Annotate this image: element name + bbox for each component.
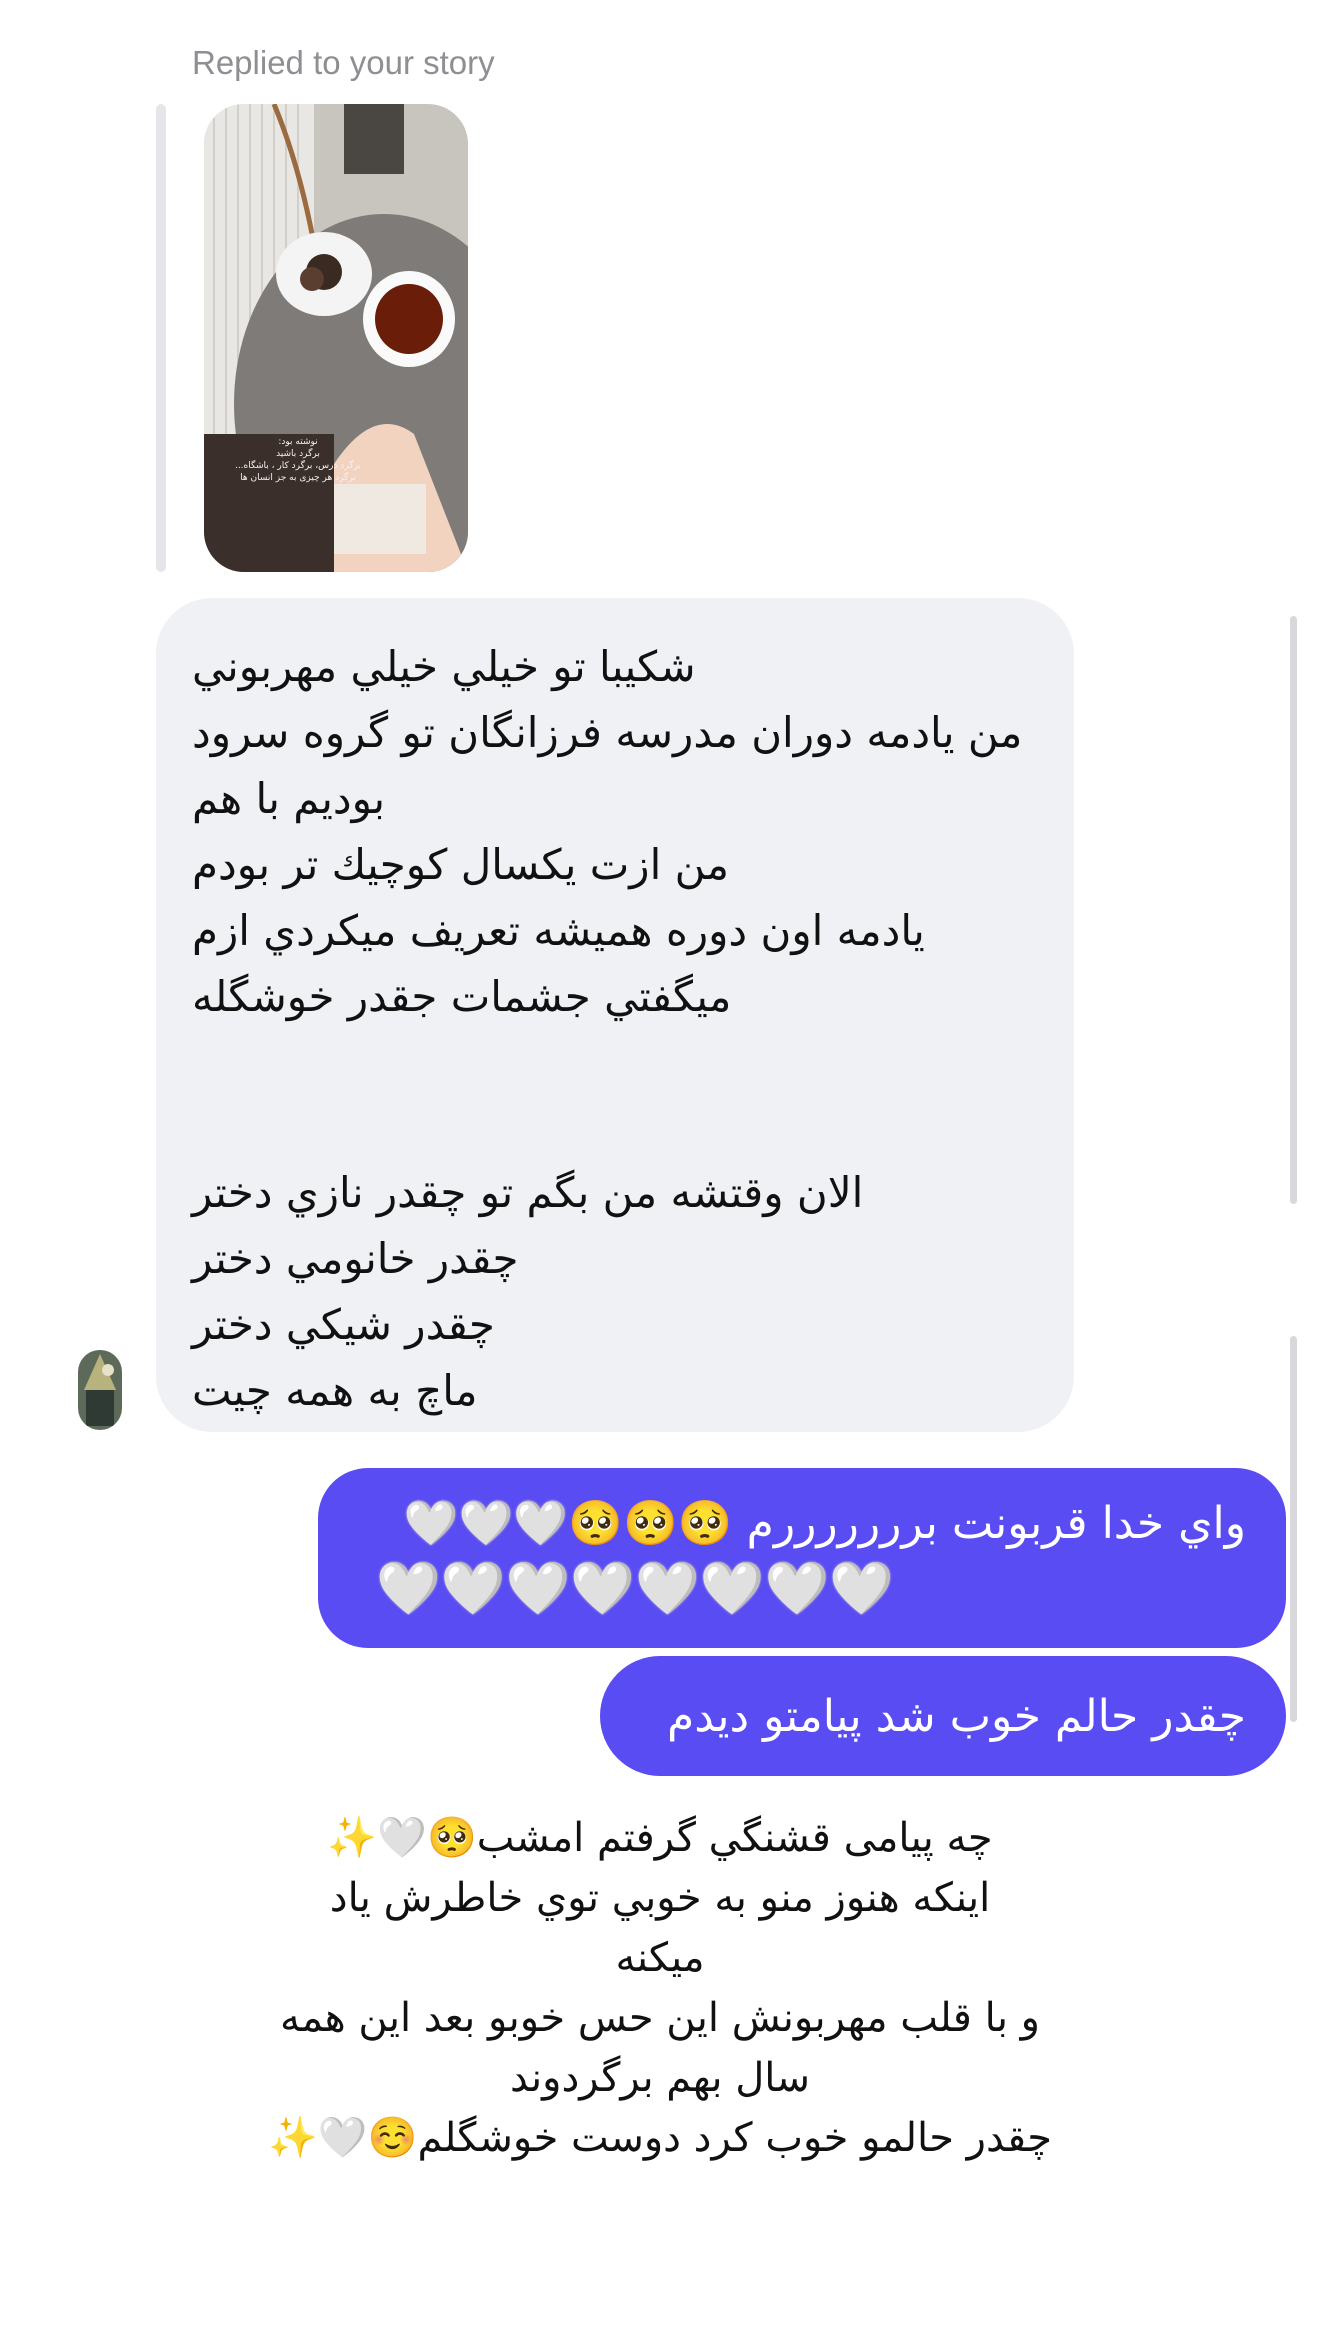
outgoing-emoji-row: 🤍🤍🤍🤍🤍🤍🤍🤍 — [358, 1558, 1246, 1620]
white-heart-emoji: 🤍 — [458, 1498, 514, 1549]
white-heart-emoji: 🤍 — [764, 1559, 830, 1619]
incoming-message-line: چقدر خانومي دختر — [192, 1234, 519, 1283]
incoming-message-line: من ازت يكسال كوچيك تر بودم — [192, 840, 730, 889]
incoming-message-line: شكيبا تو خيلي خيلي مهربوني — [192, 642, 696, 691]
incoming-message-line: ميگفتي جشمات جقدر خوشگله — [192, 972, 732, 1021]
pleading-face-emoji: 🥺 — [677, 1498, 733, 1549]
story-text-line: چه پیامی قشنگي گرفتم امشب🥺🤍✨ — [327, 1815, 993, 1861]
outgoing-message-line: واي خدا قربونت برررررررم 🥺🥺🥺🤍🤍🤍 — [358, 1490, 1246, 1558]
incoming-message-bubble[interactable]: شكيبا تو خيلي خيلي مهربوني من يادمه دورا… — [156, 598, 1074, 1432]
story-text-line: سال بهم برگردوند — [510, 2055, 810, 2101]
incoming-message-line: من يادمه دوران مدرسه فرزانگان تو گروه سر… — [192, 708, 1023, 757]
pleading-face-emoji: 🥺 — [623, 1498, 678, 1549]
incoming-message-line: ماچ به همه چيت — [192, 1366, 478, 1415]
incoming-message-line: الان وقتشه من بگم تو چقدر نازي دختر — [192, 1168, 864, 1217]
white-heart-emoji: 🤍 — [513, 1498, 569, 1549]
story-text-line: و با قلب مهربونش این حس خوبو بعد این همه — [280, 1995, 1040, 2041]
reply-quote-bar — [156, 104, 166, 572]
white-heart-emoji: 🤍 — [376, 1559, 441, 1619]
white-heart-emoji: 🤍 — [403, 1498, 459, 1549]
white-heart-emoji: 🤍 — [829, 1559, 894, 1619]
white-heart-emoji: 🤍 — [635, 1559, 700, 1619]
outgoing-message-bubble[interactable]: واي خدا قربونت برررررررم 🥺🥺🥺🤍🤍🤍 🤍🤍🤍🤍🤍🤍🤍🤍 — [318, 1468, 1286, 1648]
story-overlay-text: چه پیامی قشنگي گرفتم امشب🥺🤍✨ اینکه هنوز … — [250, 1808, 1070, 2168]
outgoing-message-bubble[interactable]: چقدر حالم خوب شد پيامتو ديدم — [600, 1656, 1286, 1776]
outgoing-message-text: واي خدا قربونت برررررررم — [746, 1498, 1246, 1549]
story-thumbnail[interactable]: نوشته بود: برگرد باشید برگرد درس، برگرد … — [204, 104, 468, 572]
incoming-message-line: بوديم با هم — [192, 774, 386, 823]
scroll-indicator-top — [1290, 616, 1297, 1204]
white-heart-emoji: 🤍 — [699, 1559, 765, 1619]
sender-avatar[interactable] — [78, 1350, 122, 1430]
incoming-message-line: چقدر شيكي دختر — [192, 1300, 495, 1349]
story-text-line: میکنه — [615, 1935, 705, 1981]
story-text-line: اینکه هنوز منو به خوبي توي خاطرش یاد — [329, 1875, 991, 1921]
story-text-line: چقدر حالمو خوب کرد دوست خوشگلم☺️🤍✨ — [268, 2115, 1052, 2161]
incoming-message-line: يادمه اون دوره هميشه تعريف ميكردي ازم — [192, 906, 925, 955]
replied-to-story-label: Replied to your story — [192, 44, 495, 81]
white-heart-emoji: 🤍 — [440, 1559, 506, 1619]
white-heart-emoji: 🤍 — [570, 1559, 635, 1619]
outgoing-message-text: چقدر حالم خوب شد پيامتو ديدم — [666, 1690, 1246, 1742]
story-photo — [204, 104, 468, 572]
scroll-indicator-bottom — [1290, 1336, 1297, 1722]
pleading-face-emoji: 🥺 — [568, 1498, 624, 1549]
incoming-message-blank-line — [192, 1030, 1038, 1160]
white-heart-emoji: 🤍 — [505, 1559, 571, 1619]
story-caption: نوشته بود: برگرد باشید برگرد درس، برگرد … — [234, 437, 362, 483]
